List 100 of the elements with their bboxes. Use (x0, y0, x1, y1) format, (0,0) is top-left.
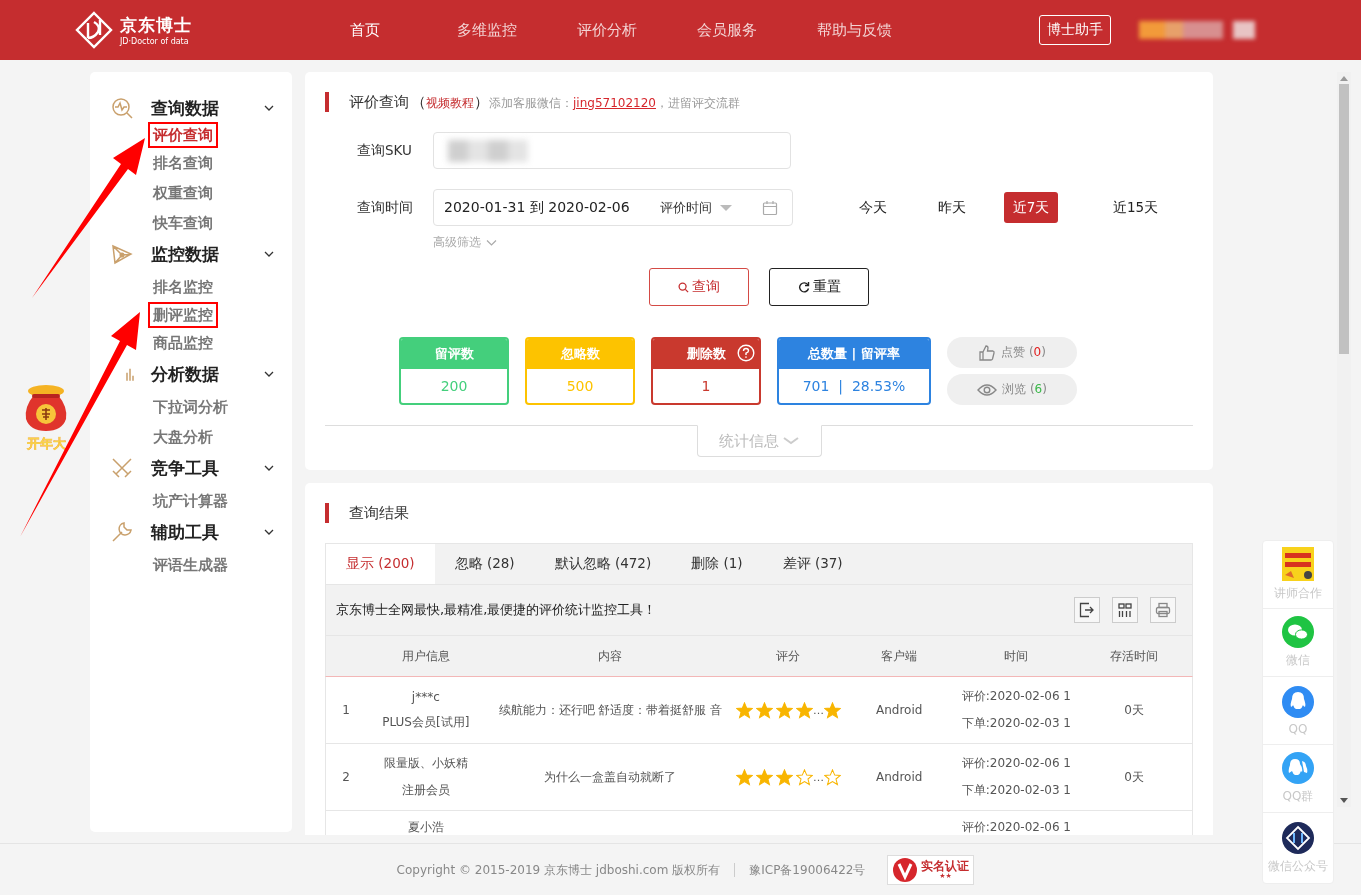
stat-value: 200 (439, 377, 469, 396)
print-button[interactable] (1150, 597, 1176, 623)
client-name: Android (875, 703, 923, 717)
sidebar-group[interactable]: 辅助工具 (110, 518, 292, 546)
qq-group-icon (1282, 752, 1314, 784)
stat-title: 删除数 (686, 345, 726, 363)
help-icon[interactable] (737, 344, 755, 362)
sidebar-group[interactable]: 查询数据 (110, 94, 292, 122)
export-button[interactable] (1074, 597, 1100, 623)
sidebar-item[interactable]: 评价查询 (148, 122, 218, 148)
reset-button[interactable]: 重置 (769, 268, 869, 306)
bar-chart-icon (126, 367, 134, 381)
copyright-text: Copyright © 2015-2019 京东博士 jdboshi.com 版权所有 (396, 861, 721, 879)
assistant-button[interactable]: 博士助手 (1039, 15, 1111, 45)
nav-link[interactable]: 帮助与反馈 (817, 20, 937, 40)
advanced-filter-link[interactable]: 高级筛选 (433, 234, 497, 251)
user-name: 夏小浩 (407, 819, 444, 835)
sidebar-group[interactable]: 竞争工具 (110, 454, 292, 482)
star-rating: … (735, 768, 841, 786)
thumbs-up-icon (978, 343, 997, 362)
sidebar-item[interactable]: 评语生成器 (148, 550, 233, 580)
sidebar-group[interactable]: 分析数据 (110, 360, 292, 388)
logo-icon (74, 10, 114, 50)
sku-field[interactable] (433, 132, 791, 169)
nav-link[interactable]: 多维监控 (457, 20, 577, 40)
network-icon (110, 242, 134, 266)
qq-icon (1282, 685, 1314, 718)
search-icon (678, 281, 689, 293)
sidebar-item[interactable]: 权重查询 (148, 178, 218, 208)
official-account-icon (1282, 821, 1314, 854)
magnifier-pulse-icon (110, 96, 134, 120)
like-button[interactable]: 点赞 (0) (947, 337, 1077, 368)
sidebar-item[interactable]: 删评监控 (148, 302, 218, 328)
review-time: 评价:2020-02-06 1 (961, 819, 1071, 835)
stat-value: 1 (700, 377, 712, 396)
date-range-field[interactable]: 2020-01-31 到 2020-02-06 评价时间 (433, 189, 793, 226)
order-time: 下单:2020-02-03 1 (961, 782, 1071, 799)
stat-value: 500 (565, 377, 595, 396)
sidebar-group[interactable]: 监控数据 (110, 240, 292, 268)
filled-star-icon (735, 701, 753, 719)
field-label: 查询时间 (356, 198, 414, 217)
stat-value: 701 | 28.53% (801, 377, 907, 397)
user-name: 限量版、小妖精 (383, 755, 468, 772)
date-preset-button[interactable]: 近15天 (1096, 192, 1175, 223)
filled-star-icon (775, 768, 793, 786)
nav-link[interactable]: 评价分析 (577, 20, 697, 40)
column-header: 评分 (775, 647, 802, 665)
result-tab[interactable]: 删除 (1) (671, 544, 763, 584)
member-level: PLUS会员[试用] (382, 713, 470, 731)
scroll-down-icon[interactable] (1340, 798, 1348, 804)
filled-star-icon (823, 701, 841, 719)
result-tab[interactable]: 差评 (37) (762, 544, 863, 584)
date-preset-button[interactable]: 昨天 (912, 192, 991, 223)
nav-link[interactable]: 会员服务 (697, 20, 817, 40)
user-name: j***c (411, 689, 440, 704)
tutorial-link[interactable]: 视频教程 (426, 95, 474, 110)
icp-link[interactable]: 豫ICP备19006422号 (749, 861, 866, 879)
result-tab[interactable]: 显示 (200) (326, 544, 435, 584)
card-title: 查询结果 (349, 503, 409, 523)
empty-star-icon (795, 768, 813, 786)
date-preset-button[interactable]: 今天 (833, 192, 912, 223)
order-time: 下单:2020-02-03 1 (961, 715, 1071, 732)
column-header: 存活时间 (1109, 647, 1160, 665)
row-number: 1 (342, 703, 350, 717)
nav-link[interactable]: 首页 (350, 20, 457, 40)
poster-icon (1282, 547, 1314, 581)
sidebar-item[interactable]: 坑产计算器 (148, 486, 233, 516)
result-tab[interactable]: 默认忽略 (472) (534, 544, 672, 584)
search-button[interactable]: 查询 (649, 268, 749, 306)
survival-time: 0天 (1124, 701, 1144, 719)
crossed-swords-icon (110, 456, 134, 480)
review-time: 评价:2020-02-06 1 (961, 755, 1071, 772)
v-logo-icon (892, 857, 919, 883)
empty-star-icon (823, 768, 841, 786)
caret-icon (720, 203, 732, 212)
field-label: 查询SKU (356, 141, 413, 160)
stat-title: 忽略数 (560, 345, 600, 363)
date-preset-button[interactable]: 近7天 (1004, 192, 1058, 223)
result-tab[interactable]: 忽略 (28) (434, 544, 535, 584)
sidebar-item[interactable]: 下拉词分析 (148, 392, 233, 422)
slogan-text: 京东博士全网最快,最精准,最便捷的评价统计监控工具！ (336, 601, 658, 619)
chevron-icon (486, 238, 497, 247)
row-number: 2 (342, 770, 350, 784)
review-content: 续航能力：还行吧 舒适度：带着挺舒服 音 (498, 702, 722, 718)
columns-button[interactable] (1112, 597, 1138, 623)
wechat-link[interactable]: jing57102120 (573, 95, 656, 110)
sidebar-item[interactable]: 商品监控 (148, 328, 218, 358)
client-name: Android (875, 770, 923, 784)
filled-star-icon (755, 701, 773, 719)
sidebar-item[interactable]: 排名查询 (148, 148, 218, 178)
sidebar-item[interactable]: 排名监控 (148, 272, 218, 302)
sidebar-item[interactable]: 快车查询 (148, 208, 218, 238)
wechat-icon (1282, 616, 1314, 648)
sidebar-item[interactable]: 大盘分析 (148, 422, 218, 452)
survival-time: 0天 (1124, 768, 1144, 786)
chevron-icon (783, 436, 799, 446)
refresh-icon (797, 281, 810, 293)
column-header: 用户信息 (400, 647, 451, 665)
view-button[interactable]: 浏览 (6) (947, 374, 1077, 405)
filled-star-icon (775, 701, 793, 719)
